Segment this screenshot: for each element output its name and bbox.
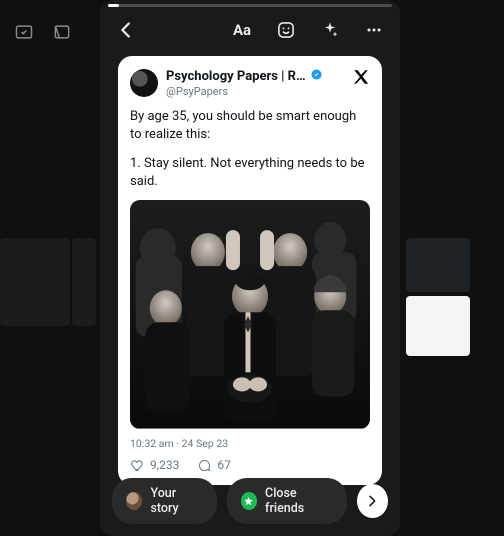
story-bottom-bar: Your story Close friends — [100, 478, 400, 524]
next-button[interactable] — [357, 484, 388, 518]
bg-thumb-left-2 — [72, 238, 96, 326]
text-tool-label: Aa — [233, 21, 251, 39]
your-story-avatar — [126, 492, 142, 510]
reply-icon — [197, 458, 212, 473]
tweet-body: By age 35, you should be smart enough to… — [130, 108, 370, 190]
tweet-date: 24 Sep 23 — [182, 437, 229, 450]
chevron-left-icon — [115, 19, 137, 41]
tweet-header: Psychology Papers | Resili… @PsyPapers — [130, 68, 370, 98]
sparkle-icon — [320, 20, 340, 40]
tweet-image — [130, 200, 370, 429]
tweet-time: 10:32 am — [130, 437, 174, 450]
tweet-meta: 10:32 am · 24 Sep 23 — [130, 437, 370, 450]
x-logo-icon — [352, 68, 370, 86]
back-button[interactable] — [114, 18, 138, 42]
bg-thumb-right-1 — [406, 238, 470, 292]
bg-thumb-left-1 — [0, 238, 70, 326]
reply-action[interactable]: 67 — [197, 458, 231, 473]
author-name: Psychology Papers | Resili… — [166, 69, 306, 84]
author-handle: @PsyPapers — [166, 85, 323, 98]
tweet-user: Psychology Papers | Resili… @PsyPapers — [130, 68, 323, 98]
like-action[interactable]: 9,233 — [130, 458, 179, 473]
bg-gallery-icons — [14, 22, 72, 46]
story-canvas: Aa Psychology Pa — [100, 0, 400, 536]
verified-badge-icon — [310, 68, 323, 85]
bg-thumb-right-2 — [406, 296, 470, 356]
tweet-line-2: 1. Stay silent. Not everything needs to … — [130, 155, 370, 190]
story-topbar: Aa — [100, 10, 400, 50]
heart-icon — [130, 458, 145, 473]
effects-tool-button[interactable] — [318, 18, 342, 42]
sticker-icon — [276, 20, 296, 40]
more-icon — [364, 20, 384, 40]
story-progress-fill — [108, 4, 119, 7]
close-friends-star-icon — [241, 492, 257, 510]
text-tool-button[interactable]: Aa — [230, 18, 254, 42]
gallery-icon — [14, 22, 34, 46]
close-friends-label: Close friends — [265, 486, 333, 516]
sticker-tool-button[interactable] — [274, 18, 298, 42]
tweet-line-1: By age 35, you should be smart enough to… — [130, 108, 370, 143]
story-tools: Aa — [230, 18, 386, 42]
author-avatar — [130, 69, 158, 97]
your-story-label: Your story — [150, 486, 202, 516]
story-progress-track — [108, 4, 392, 7]
close-friends-button[interactable]: Close friends — [227, 478, 347, 524]
more-tool-button[interactable] — [362, 18, 386, 42]
like-count: 9,233 — [150, 458, 179, 472]
your-story-button[interactable]: Your story — [112, 478, 217, 524]
tweet-actions: 9,233 67 — [130, 458, 370, 473]
story-editor-stage: Aa Psychology Pa — [0, 0, 504, 536]
reply-count: 67 — [217, 458, 231, 472]
layout-icon — [52, 22, 72, 46]
chevron-right-icon — [364, 493, 380, 509]
tweet-card[interactable]: Psychology Papers | Resili… @PsyPapers B… — [118, 56, 382, 485]
